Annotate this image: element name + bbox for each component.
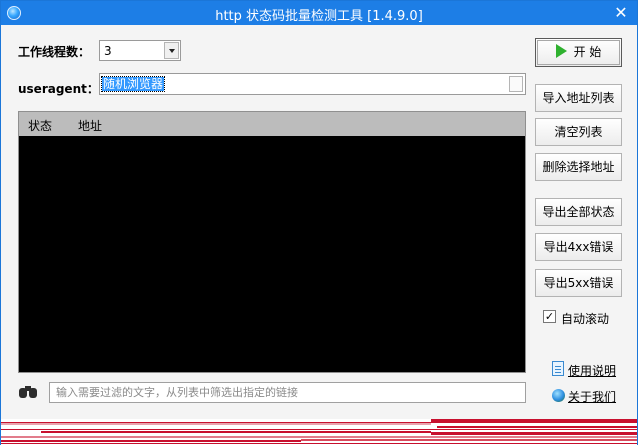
threads-value: 3 bbox=[104, 44, 112, 58]
binoculars-icon bbox=[19, 385, 37, 399]
useragent-dropdown-button[interactable] bbox=[509, 76, 523, 92]
globe-icon bbox=[552, 389, 565, 402]
export-4xx-button[interactable]: 导出4xx错误 bbox=[535, 233, 622, 261]
help-link-text[interactable]: 使用说明 bbox=[568, 362, 616, 379]
main-panel: 工作线程数： 3 useragent： 随机浏览器 状态 地址 开 始 导入地址… bbox=[1, 25, 637, 419]
url-status-list[interactable]: 状态 地址 bbox=[18, 111, 526, 373]
status-bar bbox=[1, 419, 637, 445]
close-icon: ✕ bbox=[614, 3, 628, 22]
import-list-button[interactable]: 导入地址列表 bbox=[535, 84, 622, 112]
threads-select[interactable]: 3 bbox=[99, 40, 181, 61]
export-all-button[interactable]: 导出全部状态 bbox=[535, 198, 622, 226]
auto-scroll-checkbox[interactable]: ✓ bbox=[543, 310, 556, 323]
app-window: http 状态码批量检测工具 [1.4.9.0] ✕ 工作线程数： 3 user… bbox=[0, 0, 638, 445]
auto-scroll-label[interactable]: 自动滚动 bbox=[561, 310, 609, 327]
export-5xx-button[interactable]: 导出5xx错误 bbox=[535, 269, 622, 297]
window-title: http 状态码批量检测工具 [1.4.9.0] bbox=[215, 9, 423, 24]
clear-list-button[interactable]: 清空列表 bbox=[535, 118, 622, 146]
useragent-value[interactable]: 随机浏览器 bbox=[100, 76, 166, 92]
useragent-label: useragent： bbox=[18, 82, 99, 96]
list-header: 状态 地址 bbox=[19, 112, 525, 136]
column-status[interactable]: 状态 bbox=[28, 117, 52, 134]
chevron-down-icon[interactable] bbox=[164, 42, 179, 59]
title-bar[interactable]: http 状态码批量检测工具 [1.4.9.0] ✕ bbox=[1, 1, 637, 25]
close-button[interactable]: ✕ bbox=[611, 3, 631, 23]
useragent-input[interactable]: 随机浏览器 bbox=[99, 73, 526, 95]
status-bar-artifact bbox=[1, 419, 637, 444]
play-icon bbox=[555, 44, 567, 58]
about-link-text[interactable]: 关于我们 bbox=[568, 388, 616, 405]
column-address[interactable]: 地址 bbox=[78, 117, 102, 134]
start-button[interactable]: 开 始 bbox=[535, 38, 622, 67]
delete-selected-button[interactable]: 删除选择地址 bbox=[535, 153, 622, 181]
document-icon bbox=[552, 361, 564, 376]
threads-label: 工作线程数： bbox=[18, 45, 91, 59]
filter-input[interactable] bbox=[49, 382, 526, 403]
start-button-label: 开 始 bbox=[573, 45, 602, 59]
